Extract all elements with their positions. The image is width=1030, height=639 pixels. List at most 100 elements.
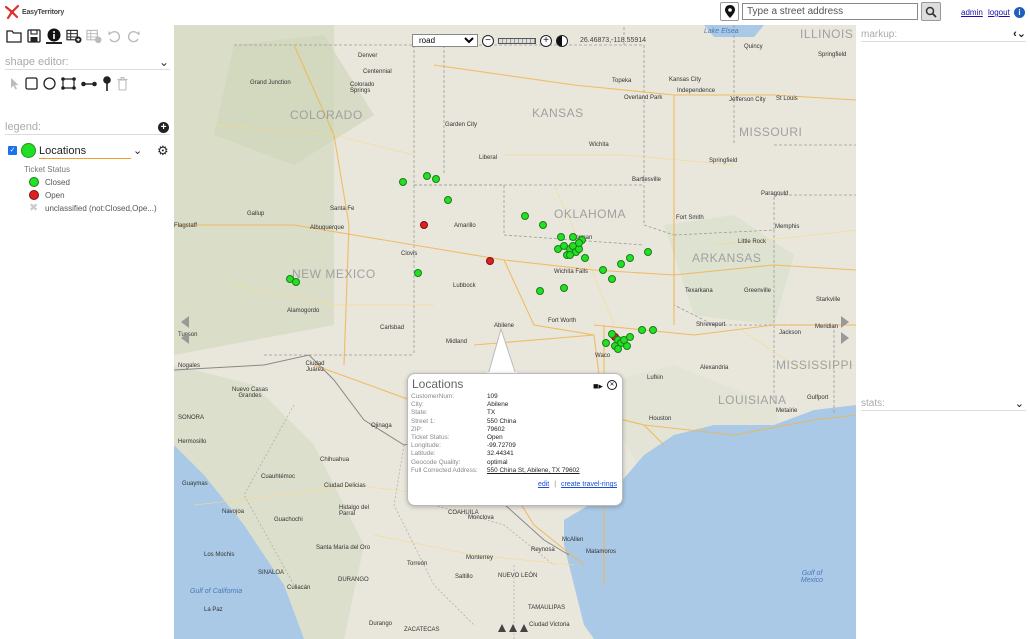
popup-attributes: CustomerNum: 109 City: Abilene State: TX Stree… [411,393,580,475]
shape-editor-header: shape editor: ⌄ [5,55,170,70]
place-label: Ciudad Juárez [305,361,325,373]
place-label: Los Mochis [204,552,235,558]
place-label: Denver [358,53,378,59]
location-marker[interactable] [557,232,566,241]
info-icon[interactable]: i [1014,7,1025,18]
circle-icon[interactable] [43,77,56,90]
save-icon[interactable] [26,28,42,44]
place-label: Santa María del Oro [316,545,371,551]
popup-row: Geocode Quality: optimal [411,459,580,467]
location-marker[interactable] [420,220,429,229]
folder-icon[interactable] [6,28,22,44]
state-label: LOUISIANA [718,393,787,407]
info-icon[interactable] [46,28,62,44]
location-marker[interactable] [539,220,548,229]
app-logo[interactable]: EasyTerritory [4,3,64,21]
layer-color-swatch[interactable] [21,143,36,158]
location-marker[interactable] [643,247,652,256]
map-type-select[interactable]: road [412,34,478,47]
create-travel-rings-link[interactable]: create travel-rings [561,481,617,488]
trash-icon[interactable] [117,76,128,91]
redo-icon[interactable] [126,28,142,44]
place-label: Midland [446,339,468,345]
address-search-button[interactable] [921,2,941,21]
location-marker[interactable] [601,338,610,347]
popup-row-key: Longitude: [411,442,441,450]
edit-link[interactable]: edit [538,481,549,488]
location-marker[interactable] [607,329,616,338]
location-marker[interactable] [575,238,584,247]
popup-title: Locations [412,377,464,391]
contrast-icon[interactable] [556,34,568,47]
right-panel: markup: ‹⌄ stats: ⌄ [856,25,1030,639]
chevron-down-icon[interactable]: ⌄ [159,55,169,69]
grid-add-icon[interactable] [66,28,82,44]
user-link[interactable]: admin [961,8,983,17]
location-marker[interactable] [616,259,625,268]
locate-pin-button[interactable] [720,2,739,21]
collapse-chevrons-icon[interactable]: ‹⌄ [1013,27,1026,40]
layer-name-field[interactable]: Locations [39,145,131,159]
location-marker[interactable] [521,211,530,220]
video-camera-icon[interactable]: ■▸ [593,381,603,392]
pan-down-icon[interactable] [497,623,529,633]
state-label: OKLAHOMA [554,207,627,221]
zoom-in-button[interactable]: + [540,34,552,47]
layer-gear-icon[interactable]: ⚙ [157,143,169,159]
place-label: Hidalgo del Parral [339,505,370,517]
place-label: Lubbock [453,283,476,289]
state-label: MISSISSIPPI [776,358,853,372]
zoom-slider[interactable] [498,37,536,44]
chevron-down-icon[interactable]: ⌄ [1015,397,1024,410]
place-label: Durango [369,621,393,627]
map-canvas[interactable]: COLORADO KANSAS MISSOURI OKLAHOMA ARKANS… [174,25,856,639]
popup-row: Ticket Status: Open [411,434,580,442]
popup-row-key: Geocode Quality: [411,458,461,466]
location-marker[interactable] [613,344,622,353]
location-marker[interactable] [580,253,589,262]
location-marker[interactable] [607,275,616,284]
place-label: Wichita [589,142,609,148]
state-label: MISSOURI [739,125,803,139]
location-marker[interactable] [569,232,578,241]
popup-row-value: TX [487,409,496,417]
place-label: Albuquerque [310,225,345,231]
popup-row: Street 1: 550 China [411,418,580,426]
location-marker[interactable] [625,253,634,262]
polygon-icon[interactable] [61,77,76,90]
place-label: Gulfport [807,395,829,401]
pan-right-icon[interactable] [840,315,850,345]
add-layer-icon[interactable]: + [158,122,169,133]
grid-remove-icon[interactable] [86,28,102,44]
location-marker[interactable] [485,256,494,265]
layer-visibility-checkbox[interactable]: ✓ [8,146,17,155]
location-marker[interactable] [625,332,634,341]
unclassified-x-icon: ✖ [29,202,39,214]
rectangle-icon[interactable] [25,77,38,90]
popup-row-value[interactable]: 550 China St, Abilene, TX 79602 [487,467,580,475]
line-icon[interactable] [81,79,97,89]
location-marker[interactable] [598,265,607,274]
close-icon[interactable]: ✕ [607,380,617,390]
pan-left-icon[interactable] [180,315,190,345]
place-label: SONORA [178,415,205,421]
place-label: Santa Fe [330,206,355,212]
place-label: Springfield [818,52,847,58]
logout-link[interactable]: logout [988,8,1010,17]
undo-icon[interactable] [106,28,122,44]
place-label: Paragould [761,191,789,197]
layer-chevron-down-icon[interactable]: ⌄ [133,144,142,157]
logo-icon [4,4,20,20]
place-label: Shreveport [696,322,726,328]
place-label: Bartlesville [632,177,662,183]
pointer-icon[interactable] [10,77,20,90]
location-marker[interactable] [566,250,575,259]
pin-icon[interactable] [102,76,112,91]
separator: | [554,481,557,488]
place-label: McAllen [562,537,584,543]
zoom-out-button[interactable]: − [482,34,494,47]
popup-row-value: Abilene [487,401,509,409]
address-search-input[interactable] [742,3,918,20]
legend-item-closed: Closed [29,176,70,188]
location-marker[interactable] [622,341,631,350]
